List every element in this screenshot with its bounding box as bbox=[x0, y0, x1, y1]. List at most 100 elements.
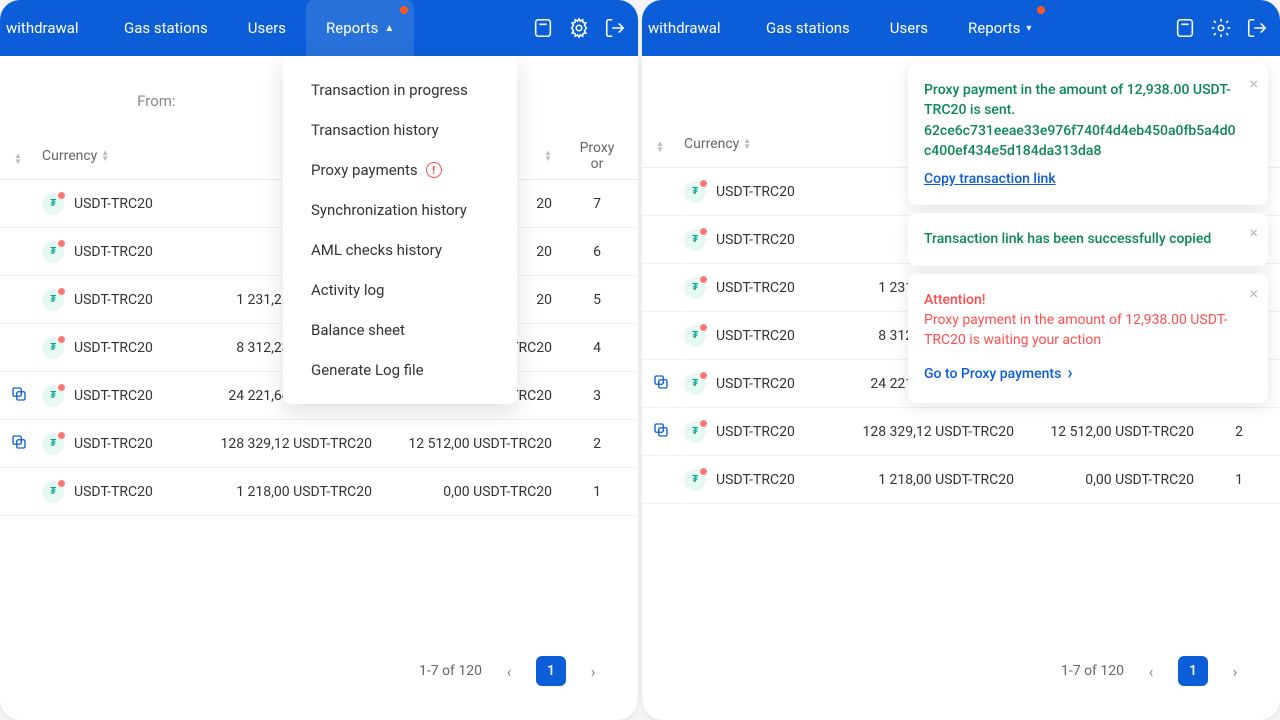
currency-cell: ₮USDT-TRC20 bbox=[674, 325, 824, 347]
dd-proxy-payments-label: Proxy payments bbox=[311, 161, 418, 179]
usdt-icon: ₮ bbox=[42, 433, 64, 455]
nav-reports[interactable]: Reports ▾ bbox=[948, 0, 1051, 56]
toast-copied-text: Transaction link has been successfully c… bbox=[924, 229, 1236, 249]
toast-attention-title: Attention! bbox=[924, 290, 1236, 310]
reports-dropdown: Transaction in progress Transaction hist… bbox=[283, 56, 517, 404]
count-cell: 2 bbox=[1204, 424, 1274, 440]
usdt-icon: ₮ bbox=[42, 289, 64, 311]
initial-cell: 128 329,12 USDT-TRC20 bbox=[182, 436, 382, 452]
page-next[interactable]: › bbox=[1220, 656, 1250, 686]
page-next[interactable]: › bbox=[578, 656, 608, 686]
usdt-icon: ₮ bbox=[42, 385, 64, 407]
calculator-icon[interactable] bbox=[1174, 17, 1196, 39]
currency-cell: ₮USDT-TRC20 bbox=[32, 385, 182, 407]
caret-down-icon: ▾ bbox=[1026, 23, 1031, 34]
usdt-icon: ₮ bbox=[42, 481, 64, 503]
copy-icon[interactable] bbox=[10, 391, 28, 407]
nav-withdrawal[interactable]: withdrawal bbox=[0, 0, 79, 56]
usdt-icon: ₮ bbox=[684, 325, 706, 347]
sort-icon[interactable]: ▲▼ bbox=[656, 141, 664, 153]
copy-icon[interactable] bbox=[652, 379, 670, 395]
proxy-cell: 0,00 USDT-TRC20 bbox=[382, 484, 562, 500]
count-cell: 1 bbox=[562, 484, 632, 500]
currency-cell: ₮USDT-TRC20 bbox=[32, 481, 182, 503]
nav-reports-label: Reports bbox=[326, 19, 378, 37]
count-cell: 2 bbox=[562, 436, 632, 452]
calculator-icon[interactable] bbox=[532, 17, 554, 39]
usdt-icon: ₮ bbox=[684, 373, 706, 395]
currency-cell: ₮USDT-TRC20 bbox=[32, 433, 182, 455]
currency-cell: ₮USDT-TRC20 bbox=[674, 181, 824, 203]
count-cell: 4 bbox=[562, 340, 632, 356]
proxy-cell: 12 512,00 USDT-TRC20 bbox=[382, 436, 562, 452]
gear-icon[interactable] bbox=[568, 17, 590, 39]
col-currency[interactable]: Currency▲▼ bbox=[674, 136, 824, 152]
gear-icon[interactable] bbox=[1210, 17, 1232, 39]
copy-icon[interactable] bbox=[652, 427, 670, 443]
page-prev[interactable]: ‹ bbox=[1136, 656, 1166, 686]
right-panel: withdrawal Gas stations Users Reports ▾ … bbox=[642, 0, 1280, 720]
nav-users[interactable]: Users bbox=[870, 0, 948, 56]
toast-attention-body: Proxy payment in the amount of 12,938.00… bbox=[924, 310, 1236, 351]
notification-dot-icon bbox=[400, 6, 408, 14]
table-row: ₮USDT-TRC20128 329,12 USDT-TRC2012 512,0… bbox=[0, 420, 638, 468]
nav-reports-label: Reports bbox=[968, 19, 1020, 37]
dd-activity-log[interactable]: Activity log bbox=[283, 270, 517, 310]
usdt-icon: ₮ bbox=[42, 193, 64, 215]
dd-generate-log-file[interactable]: Generate Log file bbox=[283, 350, 517, 390]
pagination-range: 1-7 of 120 bbox=[419, 663, 482, 679]
dd-transaction-in-progress[interactable]: Transaction in progress bbox=[283, 70, 517, 110]
copy-transaction-link[interactable]: Copy transaction link bbox=[924, 169, 1056, 189]
toast-stack: × Proxy payment in the amount of 12,938.… bbox=[908, 64, 1268, 403]
from-label: From: bbox=[137, 92, 175, 110]
table-row: ₮USDT-TRC201 218,00 USDT-TRC200,00 USDT-… bbox=[0, 468, 638, 516]
currency-cell: ₮USDT-TRC20 bbox=[674, 277, 824, 299]
dd-synchronization-history[interactable]: Synchronization history bbox=[283, 190, 517, 230]
dd-proxy-payments[interactable]: Proxy payments ! bbox=[283, 150, 517, 190]
toast-payment-sent: × Proxy payment in the amount of 12,938.… bbox=[908, 64, 1268, 205]
pagination: 1-7 of 120 ‹ 1 › bbox=[419, 656, 608, 686]
pagination-range: 1-7 of 120 bbox=[1061, 663, 1124, 679]
toast-attention: × Attention! Proxy payment in the amount… bbox=[908, 274, 1268, 403]
table-row: ₮USDT-TRC20128 329,12 USDT-TRC2012 512,0… bbox=[642, 408, 1280, 456]
logout-icon[interactable] bbox=[1246, 17, 1268, 39]
usdt-icon: ₮ bbox=[684, 421, 706, 443]
page-current[interactable]: 1 bbox=[536, 656, 566, 686]
currency-cell: ₮USDT-TRC20 bbox=[32, 337, 182, 359]
navbar: withdrawal Gas stations Users Reports ▾ bbox=[642, 0, 1280, 56]
close-icon[interactable]: × bbox=[1249, 282, 1258, 305]
page-prev[interactable]: ‹ bbox=[494, 656, 524, 686]
usdt-icon: ₮ bbox=[42, 241, 64, 263]
usdt-icon: ₮ bbox=[42, 337, 64, 359]
count-cell: 5 bbox=[562, 292, 632, 308]
count-cell: 1 bbox=[1204, 472, 1274, 488]
currency-cell: ₮USDT-TRC20 bbox=[674, 469, 824, 491]
table-row: ₮USDT-TRC201 218,00 USDT-TRC200,00 USDT-… bbox=[642, 456, 1280, 504]
page-current[interactable]: 1 bbox=[1178, 656, 1208, 686]
proxy-cell: 0,00 USDT-TRC20 bbox=[1024, 472, 1204, 488]
usdt-icon: ₮ bbox=[684, 469, 706, 491]
go-to-proxy-payments[interactable]: Go to Proxy payments bbox=[924, 361, 1073, 387]
dd-transaction-history[interactable]: Transaction history bbox=[283, 110, 517, 150]
sort-icon[interactable]: ▲▼ bbox=[14, 153, 22, 165]
nav-reports[interactable]: Reports ▲ bbox=[306, 0, 414, 56]
dd-balance-sheet[interactable]: Balance sheet bbox=[283, 310, 517, 350]
currency-cell: ₮USDT-TRC20 bbox=[32, 193, 182, 215]
nav-gas-stations[interactable]: Gas stations bbox=[104, 0, 228, 56]
toast-link-copied: × Transaction link has been successfully… bbox=[908, 213, 1268, 265]
dd-aml-checks-history[interactable]: AML checks history bbox=[283, 230, 517, 270]
nav-users[interactable]: Users bbox=[228, 0, 306, 56]
currency-cell: ₮USDT-TRC20 bbox=[32, 289, 182, 311]
count-cell: 6 bbox=[562, 244, 632, 260]
col-last[interactable]: Proxy or bbox=[562, 140, 632, 172]
proxy-cell: 12 512,00 USDT-TRC20 bbox=[1024, 424, 1204, 440]
copy-icon[interactable] bbox=[10, 439, 28, 455]
nav-gas-stations[interactable]: Gas stations bbox=[746, 0, 870, 56]
nav-withdrawal[interactable]: withdrawal bbox=[642, 0, 721, 56]
close-icon[interactable]: × bbox=[1249, 72, 1258, 95]
usdt-icon: ₮ bbox=[684, 181, 706, 203]
notification-dot-icon bbox=[1037, 6, 1045, 14]
logout-icon[interactable] bbox=[604, 17, 626, 39]
close-icon[interactable]: × bbox=[1249, 221, 1258, 244]
col-currency[interactable]: Currency▲▼ bbox=[32, 148, 182, 164]
